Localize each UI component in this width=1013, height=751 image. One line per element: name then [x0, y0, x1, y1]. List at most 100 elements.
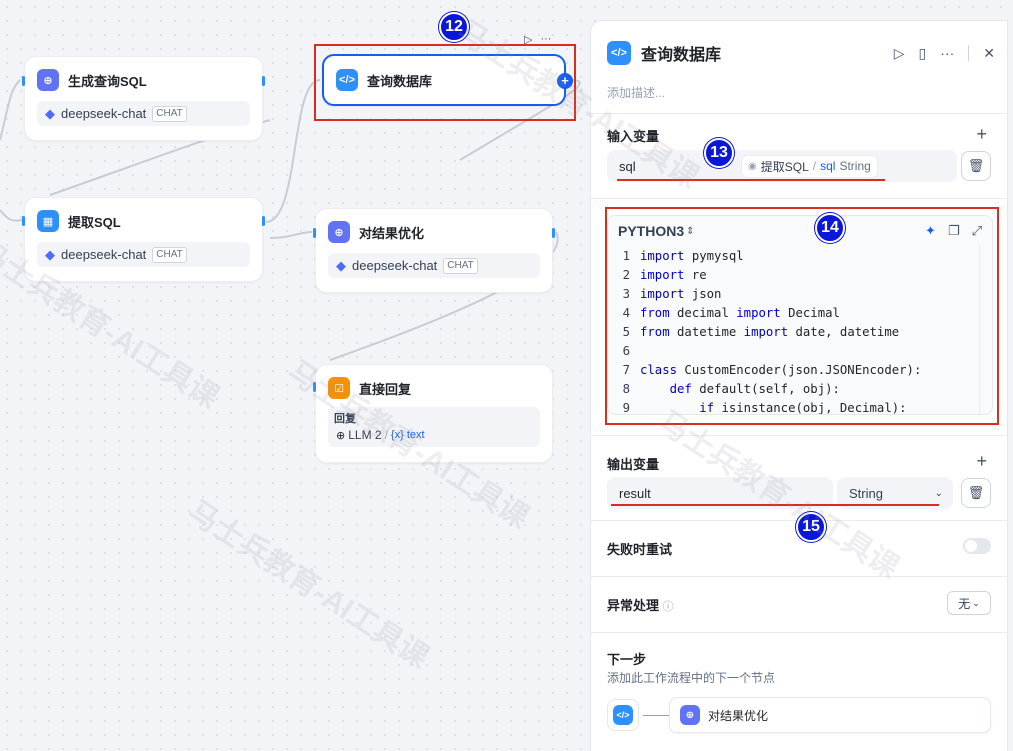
- expand-icon[interactable]: ⤢: [972, 223, 982, 239]
- input-port[interactable]: [22, 76, 25, 86]
- model-selector[interactable]: ◆ deepseek-chat CHAT: [37, 101, 250, 126]
- book-icon[interactable]: ▯: [919, 45, 927, 62]
- panel-header: </> 查询数据库 ▷ ▯ ··· ✕: [607, 39, 995, 67]
- model-selector[interactable]: ◆ deepseek-chat CHAT: [328, 253, 540, 278]
- next-node-item[interactable]: ⊕ 对结果优化: [669, 697, 991, 733]
- input-port[interactable]: [313, 228, 316, 238]
- edge-extract-query: [265, 79, 321, 223]
- code-line[interactable]: 6: [608, 342, 992, 361]
- node-ref-icon: ◉: [748, 160, 757, 172]
- node-settings-panel: </> 查询数据库 ▷ ▯ ··· ✕ 添加描述... 输入变量 + sql ◉…: [590, 20, 1008, 751]
- line-number: 8: [622, 382, 630, 396]
- input-port[interactable]: [22, 216, 25, 226]
- edge-start-gen-sql: [0, 79, 21, 141]
- code-line[interactable]: 8 def default(self, obj):: [608, 380, 992, 399]
- code-line[interactable]: 3 import json: [608, 285, 992, 304]
- close-icon[interactable]: ✕: [983, 45, 995, 62]
- node-optimize[interactable]: ⊕ 对结果优化 ◆ deepseek-chat CHAT: [315, 208, 553, 293]
- more-icon[interactable]: ···: [540, 33, 551, 46]
- add-input-variable-icon[interactable]: +: [976, 125, 987, 143]
- panel-title[interactable]: 查询数据库: [641, 41, 721, 65]
- code-text: Decimal: [780, 306, 840, 320]
- info-icon[interactable]: ⓘ: [663, 601, 674, 613]
- llm-icon: ⊕: [336, 429, 346, 442]
- code-text: isinstance(obj, Decimal):: [714, 401, 907, 415]
- code-content[interactable]: 1 import pymysql 2 import re 3 import json 4 fr…: [608, 246, 992, 415]
- divider: [591, 632, 1007, 633]
- input-variable-row[interactable]: sql ◉ 提取SQL / sql String: [607, 150, 957, 182]
- ai-generate-icon[interactable]: ✦: [925, 223, 936, 239]
- code-editor[interactable]: PYTHON3 ⇕ ✦ ❐ ⤢ 1 import pymysql 2 import r…: [607, 215, 993, 415]
- code-line[interactable]: 4 from decimal import Decimal: [608, 304, 992, 323]
- line-number: 4: [622, 306, 630, 320]
- node-query-db[interactable]: </> 查询数据库: [322, 54, 566, 106]
- code-line[interactable]: 1 import pymysql: [608, 247, 992, 266]
- ref-separator: /: [384, 428, 388, 442]
- annotation-badge-14: 14: [815, 213, 845, 243]
- code-text: decimal: [669, 306, 737, 320]
- next-step-connector: [643, 715, 669, 716]
- line-number: 1: [622, 249, 630, 263]
- deepseek-icon: ◆: [336, 257, 346, 273]
- code-line[interactable]: 7 class CustomEncoder(json.JSONEncoder):: [608, 361, 992, 380]
- error-handling-text: 异常处理: [607, 598, 660, 613]
- line-number: 7: [622, 363, 630, 377]
- divider: [968, 45, 970, 61]
- next-step-hint: 添加此工作流程中的下一个节点: [607, 671, 776, 685]
- input-port[interactable]: [313, 382, 316, 392]
- divider: [591, 113, 1007, 114]
- model-name: deepseek-chat: [352, 258, 438, 273]
- node-answer[interactable]: ☑ 直接回复 回复 ⊕ LLM 2 / {x} text: [315, 364, 553, 463]
- node-gen-sql[interactable]: ⊕ 生成查询SQL ◆ deepseek-chat CHAT: [24, 56, 263, 141]
- retry-label: 失败时重试: [607, 542, 673, 557]
- code-scrollbar[interactable]: [979, 246, 980, 414]
- language-selector[interactable]: PYTHON3: [618, 223, 684, 239]
- code-line[interactable]: 9 if isinstance(obj, Decimal):: [608, 399, 992, 415]
- llm-icon: ⊕: [37, 69, 59, 91]
- trash-icon: 🗑: [967, 485, 985, 500]
- delete-output-variable-button[interactable]: 🗑: [961, 478, 991, 508]
- annotation-underline-13: [617, 179, 885, 181]
- code-text: re: [684, 268, 707, 282]
- run-icon[interactable]: ▷: [894, 45, 905, 62]
- mode-tag: CHAT: [152, 246, 187, 263]
- code-keyword: from: [640, 306, 670, 320]
- ref-node-name: LLM 2: [348, 428, 382, 442]
- ref-node-name: 提取SQL: [760, 159, 809, 174]
- output-port[interactable]: [262, 216, 265, 226]
- output-port[interactable]: [262, 76, 265, 86]
- current-node-chip: </>: [607, 699, 639, 731]
- panel-actions: ▷ ▯ ··· ✕: [894, 45, 995, 62]
- node-title: 查询数据库: [367, 73, 433, 89]
- code-keyword: def: [669, 382, 692, 396]
- model-selector[interactable]: ◆ deepseek-chat CHAT: [37, 242, 250, 267]
- workflow-canvas[interactable]: ⊕ 生成查询SQL ◆ deepseek-chat CHAT ▦ 提取SQL ◆…: [0, 0, 590, 751]
- selected-type: String: [849, 485, 883, 501]
- error-handling-select[interactable]: 无 ⌄: [947, 591, 991, 615]
- code-icon: </>: [607, 41, 631, 65]
- output-variable-name[interactable]: result: [619, 486, 651, 501]
- description-input[interactable]: 添加描述...: [607, 84, 665, 101]
- add-output-variable-icon[interactable]: +: [976, 452, 987, 470]
- node-title: 对结果优化: [359, 225, 425, 241]
- delete-input-variable-button[interactable]: 🗑: [961, 151, 991, 181]
- reply-preview: 回复 ⊕ LLM 2 / {x} text: [328, 407, 540, 447]
- mode-tag: CHAT: [152, 105, 187, 122]
- ref-variable-type: String: [839, 159, 871, 173]
- model-name: deepseek-chat: [61, 247, 147, 262]
- code-line[interactable]: 5 from datetime import date, datetime: [608, 323, 992, 342]
- run-node-icon[interactable]: ▷: [524, 33, 532, 46]
- node-extract-sql[interactable]: ▦ 提取SQL ◆ deepseek-chat CHAT: [24, 197, 263, 282]
- more-icon[interactable]: ···: [940, 45, 954, 61]
- chevron-updown-icon[interactable]: ⇕: [686, 226, 694, 237]
- code-line[interactable]: 2 import re: [608, 266, 992, 285]
- variable-reference-selector[interactable]: ◉ 提取SQL / sql String: [741, 154, 878, 178]
- output-port[interactable]: [552, 228, 555, 238]
- code-keyword: import: [736, 306, 781, 320]
- parameter-extractor-icon: ▦: [37, 210, 59, 232]
- add-next-node-button[interactable]: +: [557, 73, 573, 89]
- copy-icon[interactable]: ❐: [948, 223, 960, 239]
- output-variables-label: 输出变量: [607, 457, 660, 472]
- retry-toggle[interactable]: [963, 538, 991, 554]
